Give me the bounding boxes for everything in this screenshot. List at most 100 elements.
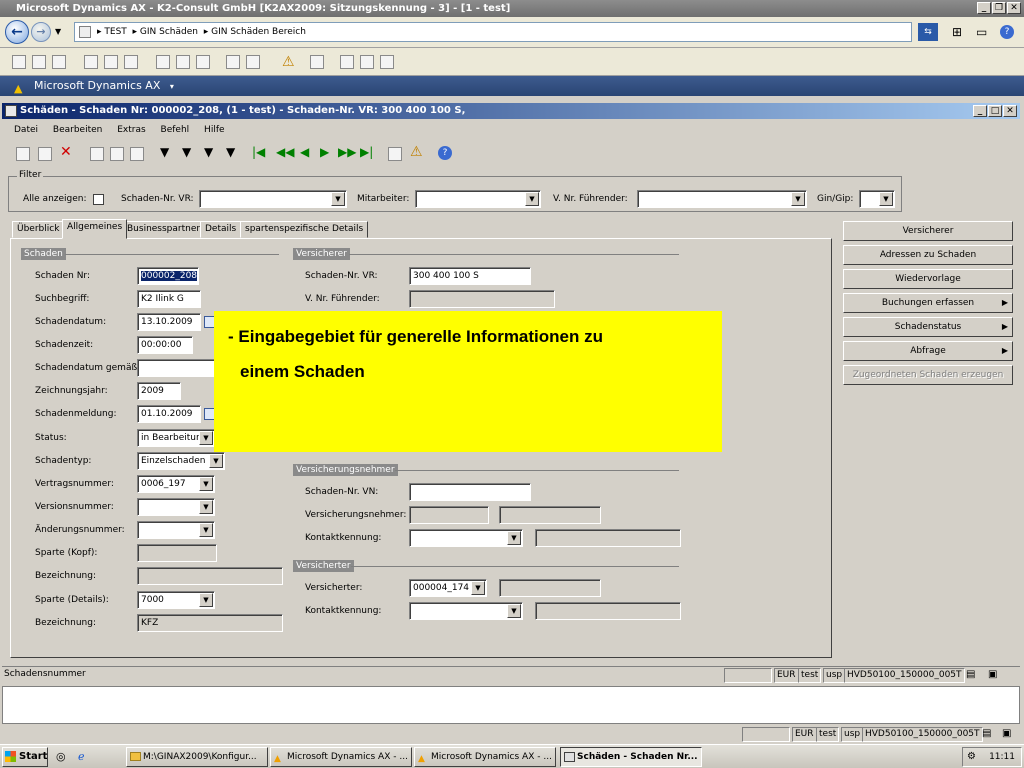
chevron-down-icon[interactable]: ▼ <box>331 192 345 206</box>
status-session-icon[interactable]: ▣ <box>988 669 997 680</box>
export-icon[interactable] <box>124 55 138 69</box>
alert-icon[interactable]: ⚠ <box>410 144 423 160</box>
preview-icon[interactable] <box>110 147 124 161</box>
show-all-checkbox[interactable] <box>93 194 104 205</box>
task-schaeden-form[interactable]: Schäden - Schaden Nr... <box>560 747 702 767</box>
tab-allgemeines[interactable]: Allgemeines <box>62 219 128 239</box>
status-select[interactable]: in Bearbeitung ▼ <box>137 429 215 447</box>
task-explorer[interactable]: M:\GINAX2009\Konfigur... <box>126 747 268 767</box>
tab-ueberblick[interactable]: Überblick <box>12 221 65 238</box>
alert-icon[interactable]: ⚠ <box>282 54 295 70</box>
paste-icon[interactable] <box>196 55 210 69</box>
help-icon[interactable]: ? <box>438 146 452 160</box>
remove-filter-icon[interactable]: ▼ <box>226 145 235 159</box>
cut-icon[interactable] <box>156 55 170 69</box>
export-icon[interactable] <box>130 147 144 161</box>
vn-kontakt-select[interactable]: ▼ <box>409 529 523 547</box>
find-icon[interactable] <box>226 55 240 69</box>
next-record-icon[interactable]: ▶ <box>320 145 329 159</box>
chevron-down-icon[interactable]: ▼ <box>199 500 213 514</box>
versicherter-select[interactable]: 000004_174 ▼ <box>409 579 487 597</box>
filter-icon[interactable]: ▼ <box>160 145 169 159</box>
filter-gin-gip-select[interactable]: ▼ <box>859 190 895 208</box>
copy-icon[interactable] <box>176 55 190 69</box>
sparte-details-select[interactable]: 7000 ▼ <box>137 591 215 609</box>
app-menu-bar[interactable]: ▲ Microsoft Dynamics AX ▾ <box>0 76 1024 96</box>
filter-schaden-vr-input[interactable]: ▼ <box>199 190 347 208</box>
history-dropdown-icon[interactable]: ▼ <box>55 27 61 36</box>
restore-icon[interactable]: ❐ <box>992 2 1006 14</box>
status-notify-icon[interactable]: ▤ <box>966 669 975 680</box>
list-icon[interactable] <box>360 55 374 69</box>
next-page-icon[interactable]: ▶▶ <box>338 145 356 159</box>
tab-spartenspezifische-details[interactable]: spartenspezifische Details <box>240 221 369 238</box>
breadcrumb-item[interactable]: GIN Schäden <box>140 27 198 37</box>
breadcrumb-item[interactable]: TEST <box>104 27 126 37</box>
window-icon[interactable]: ▭ <box>976 25 987 39</box>
calculator-icon[interactable] <box>380 55 394 69</box>
menu-befehl[interactable]: Befehl <box>161 125 190 135</box>
first-record-icon[interactable]: |◀ <box>252 145 265 159</box>
chevron-down-icon[interactable]: ▼ <box>199 431 213 445</box>
go-icon[interactable]: ⇆ <box>918 23 938 41</box>
breadcrumb-item[interactable]: GIN Schäden Bereich <box>211 27 306 37</box>
schadenzeit-field[interactable]: 00:00:00 <box>137 336 193 354</box>
chevron-down-icon[interactable]: ▼ <box>507 604 521 618</box>
vertragsnummer-select[interactable]: 0006_197 ▼ <box>137 475 215 493</box>
task-dynamics-2[interactable]: ▲ Microsoft Dynamics AX - ... <box>414 747 556 767</box>
open-icon[interactable] <box>32 55 46 69</box>
status-notify-icon[interactable]: ▤ <box>982 728 991 739</box>
zeichnungsjahr-field[interactable]: 2009 <box>137 382 181 400</box>
print-icon[interactable] <box>90 147 104 161</box>
prev-record-icon[interactable]: ◀ <box>300 145 309 159</box>
tab-businesspartner[interactable]: Businesspartner <box>122 221 206 238</box>
close-icon[interactable]: ✕ <box>1003 105 1017 117</box>
filter-advanced-icon[interactable]: ▼ <box>204 145 213 159</box>
menu-bearbeiten[interactable]: Bearbeiten <box>53 125 102 135</box>
menu-hilfe[interactable]: Hilfe <box>204 125 224 135</box>
schadendatum-field[interactable]: 13.10.2009 <box>137 313 201 331</box>
prev-page-icon[interactable]: ◀◀ <box>276 145 294 159</box>
versionsnummer-select[interactable]: ▼ <box>137 498 215 516</box>
save-record-icon[interactable] <box>38 147 52 161</box>
schadentyp-select[interactable]: Einzelschaden ▼ <box>137 452 225 470</box>
tab-details[interactable]: Details <box>200 221 242 238</box>
document-handling-icon[interactable] <box>388 147 402 161</box>
status-session-icon[interactable]: ▣ <box>1002 728 1011 739</box>
chevron-down-icon[interactable]: ▼ <box>199 477 213 491</box>
menu-extras[interactable]: Extras <box>117 125 145 135</box>
layout-icon[interactable]: ⊞ <box>952 25 962 39</box>
maximize-icon[interactable]: □ <box>988 105 1002 117</box>
quicklaunch-icon[interactable]: ◎ <box>56 750 66 763</box>
address-field[interactable]: ▸ TEST ▸ GIN Schäden ▸ GIN Schäden Berei… <box>74 22 912 42</box>
back-icon[interactable]: ← <box>5 20 29 44</box>
filter-mitarbeiter-input[interactable]: ▼ <box>415 190 541 208</box>
chevron-down-icon[interactable]: ▼ <box>525 192 539 206</box>
filter-icon[interactable] <box>246 55 260 69</box>
zugeordneten-schaden-erzeugen-button[interactable]: Zugeordneten Schaden erzeugen <box>843 365 1013 385</box>
internet-explorer-icon[interactable]: ℯ <box>78 750 85 763</box>
chevron-down-icon[interactable]: ▼ <box>199 593 213 607</box>
chevron-down-icon[interactable]: ▼ <box>209 454 223 468</box>
minimize-icon[interactable]: _ <box>977 2 991 14</box>
start-button[interactable]: Start <box>2 747 48 767</box>
versicherer-button[interactable]: Versicherer <box>843 221 1013 241</box>
help-icon[interactable]: ? <box>1000 25 1014 39</box>
minimize-icon[interactable]: _ <box>973 105 987 117</box>
print-preview-icon[interactable] <box>104 55 118 69</box>
document-icon[interactable] <box>310 55 324 69</box>
delete-record-icon[interactable]: ✕ <box>60 144 72 160</box>
adressen-zu-schaden-button[interactable]: Adressen zu Schaden <box>843 245 1013 265</box>
schadenmeldung-field[interactable]: 01.10.2009 <box>137 405 201 423</box>
last-record-icon[interactable]: ▶| <box>360 145 373 159</box>
chevron-down-icon[interactable]: ▼ <box>791 192 805 206</box>
suchbegriff-field[interactable]: K2 Ilink G <box>137 290 201 308</box>
save-icon[interactable] <box>52 55 66 69</box>
versicherer-vr-field[interactable]: 300 400 100 S <box>409 267 531 285</box>
schadendatum-gemaess-field[interactable] <box>137 359 215 377</box>
abfrage-button[interactable]: Abfrage ▶ <box>843 341 1013 361</box>
versicherter-kontakt-select[interactable]: ▼ <box>409 602 523 620</box>
chevron-down-icon[interactable]: ▼ <box>507 531 521 545</box>
print-icon[interactable] <box>84 55 98 69</box>
wiedervorlage-button[interactable]: Wiedervorlage <box>843 269 1013 289</box>
